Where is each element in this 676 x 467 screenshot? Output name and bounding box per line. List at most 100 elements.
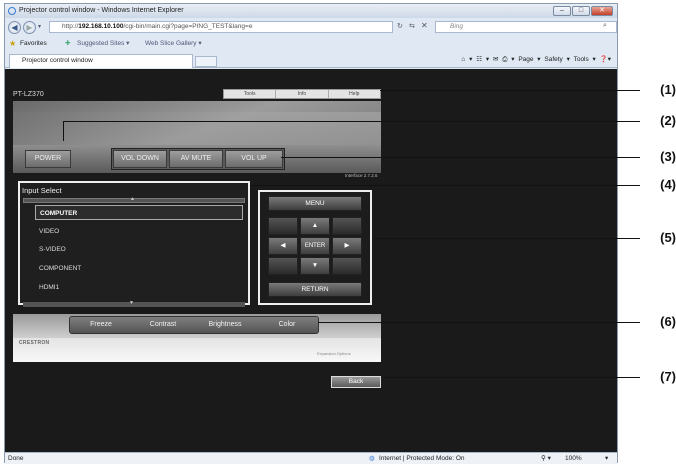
page-content: PT-LZ370 Tools Info Help POWER VOL DOWN … <box>5 69 617 452</box>
down-button[interactable]: ▼ <box>300 257 330 275</box>
callout-3: (3) <box>660 149 676 164</box>
search-icon[interactable]: ⌕ <box>603 22 607 30</box>
color-button[interactable]: Color <box>256 317 318 333</box>
feeds-icon[interactable]: ☷ ▾ <box>476 56 489 63</box>
status-text: Done <box>8 455 24 462</box>
callout-5: (5) <box>660 230 676 245</box>
callout-line-3 <box>281 157 640 158</box>
ie-logo-icon <box>8 7 16 15</box>
callout-line-5 <box>374 238 640 239</box>
tools-menu[interactable]: Tools ▾ <box>574 56 596 63</box>
input-hdmi1[interactable]: HDMI1 <box>35 280 243 295</box>
tab-row: Projector control window ⌂ ▾ ☷ ▾ ✉ ⎙ ▾ P… <box>5 51 617 68</box>
address-row: ◀ ▶ ▾ http://192.168.10.100/cgi-bin/main… <box>5 19 617 36</box>
tab-projector-control[interactable]: Projector control window <box>9 54 193 68</box>
av-mute-button[interactable]: AV MUTE <box>169 150 223 168</box>
print-icon[interactable]: ⎙ ▾ <box>502 56 514 63</box>
callout-6: (6) <box>660 314 676 329</box>
star-icon: ★ <box>9 39 17 48</box>
forward-nav-icon[interactable]: ▶ <box>23 21 36 34</box>
callout-4: (4) <box>660 177 676 192</box>
refresh-icon[interactable]: ↻ <box>397 22 403 30</box>
effects-bar: Freeze Contrast Brightness Color <box>69 316 319 334</box>
help-icon[interactable]: ❓▾ <box>600 56 611 63</box>
up-button[interactable]: ▲ <box>300 217 330 235</box>
minimize-button[interactable]: – <box>553 6 571 16</box>
nav-blank-bl <box>268 257 298 275</box>
command-bar: ⌂ ▾ ☷ ▾ ✉ ⎙ ▾ Page ▾ Safety ▾ Tools ▾ ❓▾ <box>461 55 611 64</box>
nav-blank-tr <box>332 217 362 235</box>
callout-line-4 <box>251 185 640 186</box>
zoom-level[interactable]: 100% <box>565 453 582 464</box>
favorites-button[interactable]: Favorites <box>20 37 47 50</box>
address-bar[interactable]: http://192.168.10.100/cgi-bin/main.cgi?p… <box>49 21 393 33</box>
callout-line-2a <box>63 121 64 141</box>
contrast-button[interactable]: Contrast <box>132 317 194 333</box>
suggested-sites-link[interactable]: Suggested Sites ▾ <box>77 37 129 50</box>
globe-icon: ◍ <box>369 455 375 462</box>
scroll-up-icon: ▲ <box>130 196 135 202</box>
tab-label: Projector control window <box>22 57 93 64</box>
callout-line-1 <box>380 90 640 91</box>
maximize-button[interactable]: □ <box>572 6 590 16</box>
menu-help[interactable]: Help <box>329 90 380 98</box>
add-favorite-icon[interactable]: ✚ <box>65 37 70 50</box>
search-input[interactable]: Bing <box>435 21 617 33</box>
back-button[interactable]: Back <box>331 376 381 388</box>
menu-button[interactable]: MENU <box>268 196 362 211</box>
back-nav-icon[interactable]: ◀ <box>8 21 21 34</box>
callout-2: (2) <box>660 113 676 128</box>
navigation-panel: MENU ▲ ◀ ENTER ▶ ▼ RETURN <box>258 190 372 305</box>
page-menu[interactable]: Page ▾ <box>518 56 540 63</box>
input-computer[interactable]: COMPUTER <box>35 205 243 220</box>
url-path: /cgi-bin/main.cgi?page=PING_TEST&lang=e <box>123 23 253 30</box>
input-scroll-up[interactable]: ▲ <box>23 196 245 203</box>
menu-info[interactable]: Info <box>276 90 329 98</box>
search-placeholder: Bing <box>450 23 464 30</box>
crestron-band <box>13 338 381 362</box>
status-bar: Done ◍ Internet | Protected Mode: On ⚲ ▾… <box>5 452 617 464</box>
callout-line-2 <box>63 121 640 122</box>
protected-mode-icon[interactable]: ⚲ ▾ <box>541 453 551 464</box>
brightness-button[interactable]: Brightness <box>194 317 256 333</box>
browser-window: Projector control window - Windows Inter… <box>4 3 618 464</box>
history-dropdown-icon[interactable]: ▾ <box>38 23 41 30</box>
title-bar: Projector control window - Windows Inter… <box>5 4 617 18</box>
header-graphic-overlay <box>13 112 381 145</box>
enter-button[interactable]: ENTER <box>300 237 330 255</box>
compat-icon[interactable]: ⇆ <box>409 22 415 30</box>
menu-tools[interactable]: Tools <box>224 90 277 98</box>
callout-line-7 <box>384 377 640 378</box>
power-button[interactable]: POWER <box>25 150 71 168</box>
stop-icon[interactable]: ✕ <box>421 21 428 30</box>
callout-1: (1) <box>660 82 676 97</box>
window-title: Projector control window - Windows Inter… <box>19 7 184 14</box>
mail-icon[interactable]: ✉ <box>493 56 498 63</box>
home-icon[interactable]: ⌂ ▾ <box>461 56 472 63</box>
interface-version: Interface 2.7.2.6 <box>345 173 378 178</box>
input-video[interactable]: VIDEO <box>35 224 243 239</box>
web-slice-link[interactable]: Web Slice Gallery ▾ <box>145 37 202 50</box>
right-button[interactable]: ▶ <box>332 237 362 255</box>
vol-down-button[interactable]: VOL DOWN <box>113 150 167 168</box>
safety-menu[interactable]: Safety ▾ <box>544 56 570 63</box>
input-component[interactable]: COMPONENT <box>35 261 243 276</box>
freeze-button[interactable]: Freeze <box>70 317 132 333</box>
expansion-options-link[interactable]: Expansion Options <box>317 351 351 356</box>
url-prefix: http:// <box>62 23 79 30</box>
nav-blank-br <box>332 257 362 275</box>
input-scroll-down[interactable]: ▼ <box>23 300 245 307</box>
callout-line-6 <box>318 322 640 323</box>
close-icon[interactable]: ✕ <box>591 6 613 16</box>
callout-7: (7) <box>660 369 676 384</box>
vol-up-button[interactable]: VOL UP <box>225 150 283 168</box>
input-select-title: Input Select <box>22 186 62 195</box>
left-button[interactable]: ◀ <box>268 237 298 255</box>
input-s-video[interactable]: S-VIDEO <box>35 242 243 257</box>
return-button[interactable]: RETURN <box>268 282 362 297</box>
zoom-dropdown-icon[interactable]: ▾ <box>605 453 608 464</box>
top-menu: Tools Info Help <box>223 89 381 99</box>
new-tab-button[interactable] <box>195 56 217 67</box>
favorites-bar: ★ Favorites ✚ Suggested Sites ▾ Web Slic… <box>5 37 617 50</box>
control-bar: POWER VOL DOWN AV MUTE VOL UP <box>13 145 381 173</box>
